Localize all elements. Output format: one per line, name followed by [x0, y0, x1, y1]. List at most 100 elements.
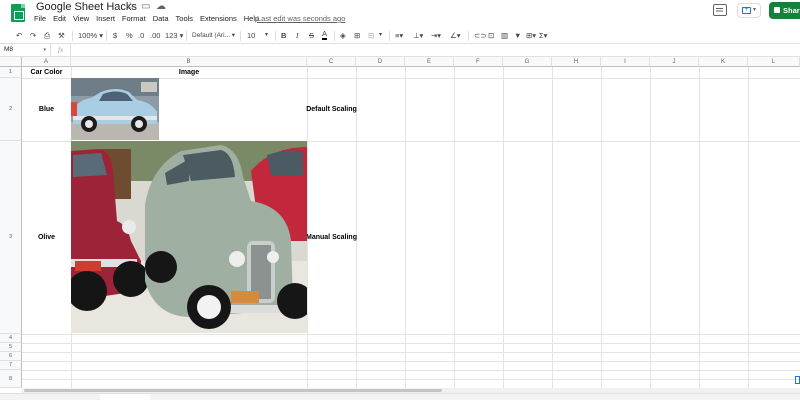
star-icon[interactable]: ☆	[126, 1, 135, 13]
select-all-corner[interactable]	[0, 57, 22, 67]
column-header-k[interactable]: K	[699, 57, 748, 67]
borders-icon[interactable]: ⊞	[354, 30, 360, 41]
font-family-select[interactable]: Default (Ari... ▾	[192, 30, 235, 41]
scrollbar-thumb[interactable]	[24, 389, 442, 392]
column-header-i[interactable]: I	[601, 57, 650, 67]
text-wrapping-icon[interactable]: ⇥▾	[431, 30, 441, 41]
more-formats-button[interactable]: 123 ▾	[165, 30, 183, 41]
cell-a1[interactable]: Car Color	[22, 67, 71, 78]
font-size-select[interactable]: 10	[247, 30, 255, 41]
gridline	[454, 67, 455, 388]
column-header-j[interactable]: J	[650, 57, 699, 67]
gridline	[503, 67, 504, 388]
column-header-c[interactable]: C	[307, 57, 356, 67]
vertical-align-icon[interactable]: ⊥▾	[413, 30, 423, 41]
olive-car-photo	[71, 141, 307, 333]
percent-format-button[interactable]: %	[126, 30, 133, 41]
toolbar-divider	[240, 31, 241, 41]
row-header-3[interactable]: 3	[0, 141, 22, 334]
cell-a2[interactable]: Blue	[22, 78, 71, 141]
chevron-down-icon[interactable]: ▾	[265, 30, 268, 41]
column-header-h[interactable]: H	[552, 57, 601, 67]
menu-bar: File Edit View Insert Format Data Tools …	[34, 14, 266, 26]
insert-link-icon[interactable]: ⊂⊃	[474, 30, 487, 41]
merge-cells-icon[interactable]: ⊟	[368, 30, 374, 41]
insert-comment-icon[interactable]: ⊡	[488, 30, 494, 41]
cell-c2[interactable]: Default Scaling	[306, 78, 357, 141]
gridline	[22, 361, 800, 362]
menu-data[interactable]: Data	[153, 14, 169, 26]
row-header-2[interactable]: 2	[0, 78, 22, 141]
row-header-7[interactable]: 7	[0, 361, 22, 370]
fx-icon: fx	[58, 46, 64, 54]
move-folder-icon[interactable]: ▭	[141, 1, 150, 13]
toolbar-divider	[389, 31, 390, 41]
spreadsheet-grid[interactable]: A B C D E F G H I J K L 1 2 3 4 5 6 7 8 …	[0, 57, 800, 388]
cloud-status-icon[interactable]: ☁	[156, 1, 166, 13]
text-color-button[interactable]: A	[322, 30, 328, 40]
currency-format-button[interactable]: $	[113, 30, 117, 41]
cell-c3[interactable]: Manual Scaling	[306, 141, 357, 334]
gridline	[699, 67, 700, 388]
sheets-logo-icon[interactable]	[11, 4, 25, 22]
row-header-1[interactable]: 1	[0, 67, 22, 78]
menu-extensions[interactable]: Extensions	[200, 14, 237, 26]
sheet-tab-active[interactable]	[100, 394, 150, 400]
column-header-b[interactable]: B	[71, 57, 307, 67]
functions-icon[interactable]: Σ▾	[539, 30, 547, 41]
redo-icon[interactable]: ↷	[30, 30, 36, 41]
menu-edit[interactable]: Edit	[53, 14, 66, 26]
formula-input[interactable]	[70, 44, 790, 56]
column-header-d[interactable]: D	[356, 57, 405, 67]
filter-icon[interactable]: ▼	[514, 30, 521, 41]
column-header-l[interactable]: L	[748, 57, 800, 67]
paint-format-icon[interactable]: ⚒	[58, 30, 65, 41]
fill-color-icon[interactable]: ◈	[340, 30, 346, 41]
text-rotation-icon[interactable]: ∠▾	[450, 30, 461, 41]
lock-icon	[774, 7, 780, 13]
menu-view[interactable]: View	[73, 14, 89, 26]
cell-b1[interactable]: Image	[71, 67, 307, 78]
document-title[interactable]: Google Sheet Hacks	[36, 1, 137, 13]
column-header-f[interactable]: F	[454, 57, 503, 67]
toolbar-divider	[72, 31, 73, 41]
olive-car-image[interactable]	[71, 141, 307, 333]
filter-views-icon[interactable]: ⊞▾	[526, 30, 536, 41]
formula-bar: M8 ▾ fx	[0, 44, 800, 57]
menu-file[interactable]: File	[34, 14, 46, 26]
column-header-a[interactable]: A	[22, 57, 71, 67]
name-box[interactable]: M8 ▾	[0, 44, 51, 56]
increase-decimal-button[interactable]: .00	[150, 30, 160, 41]
menu-format[interactable]: Format	[122, 14, 146, 26]
italic-button[interactable]: I	[296, 30, 299, 41]
decrease-decimal-button[interactable]: .0	[138, 30, 144, 41]
insert-chart-icon[interactable]: ▥	[501, 30, 508, 41]
horizontal-align-icon[interactable]: ≡▾	[395, 30, 403, 41]
row-header-5[interactable]: 5	[0, 343, 22, 352]
blue-car-photo	[71, 78, 159, 140]
zoom-select[interactable]: 100% ▾	[78, 30, 103, 41]
undo-icon[interactable]: ↶	[16, 30, 22, 41]
print-icon[interactable]: ⎙	[44, 30, 50, 41]
chevron-down-icon[interactable]: ▾	[379, 30, 382, 41]
row-header-8[interactable]: 8	[0, 370, 22, 388]
bold-button[interactable]: B	[281, 30, 286, 41]
row-header-4[interactable]: 4	[0, 334, 22, 343]
sheet-tabs-bar	[0, 393, 800, 400]
column-header-e[interactable]: E	[405, 57, 454, 67]
row-header-6[interactable]: 6	[0, 352, 22, 361]
gridline	[405, 67, 406, 388]
blue-car-image[interactable]	[71, 78, 159, 140]
column-header-g[interactable]: G	[503, 57, 552, 67]
meet-button[interactable]: + ▾	[737, 3, 761, 18]
menu-tools[interactable]: Tools	[176, 14, 194, 26]
last-edit-link[interactable]: Last edit was seconds ago	[257, 14, 345, 23]
chevron-down-icon: ▾	[753, 7, 757, 13]
strikethrough-button[interactable]: S	[309, 30, 314, 41]
menu-insert[interactable]: Insert	[96, 14, 115, 26]
cell-a3[interactable]: Olive	[22, 141, 71, 334]
gridline	[356, 67, 357, 388]
gridline	[22, 334, 800, 335]
comment-history-icon[interactable]	[713, 4, 727, 16]
share-button[interactable]: Share	[769, 2, 800, 19]
